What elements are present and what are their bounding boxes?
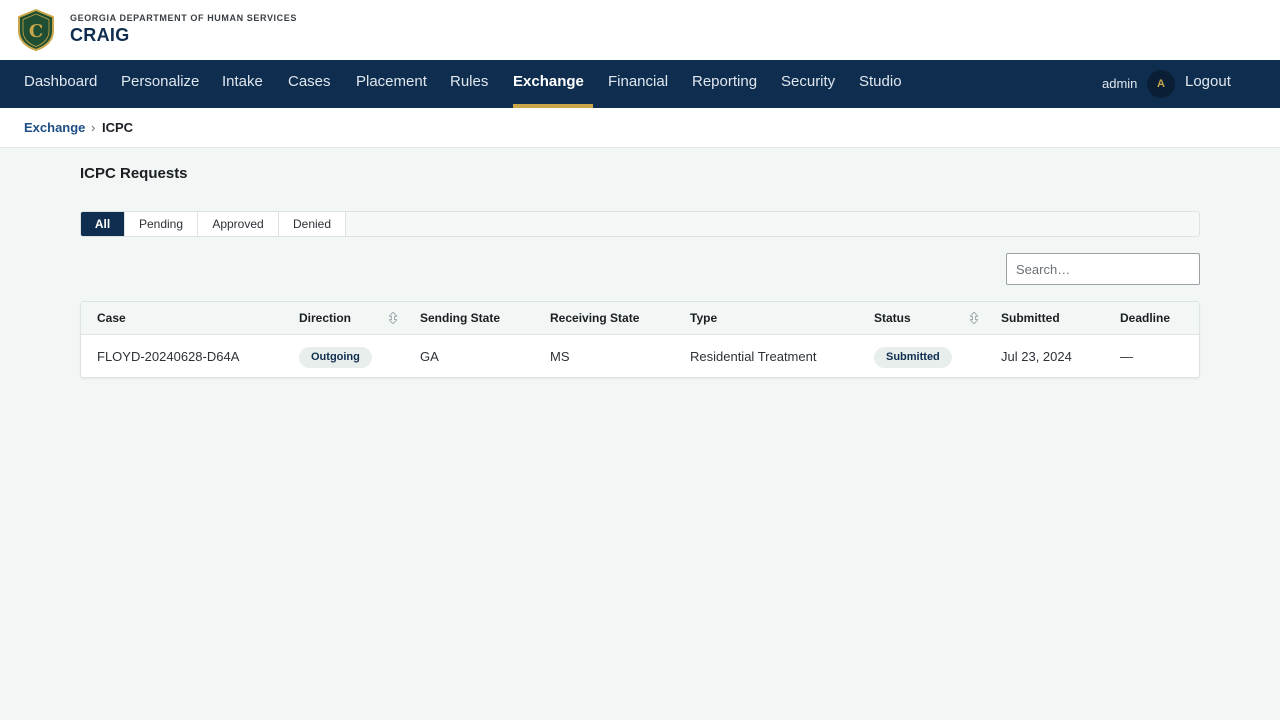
tab-denied[interactable]: Denied xyxy=(279,212,346,236)
nav-item-rules[interactable]: Rules xyxy=(450,60,488,108)
tab-pending[interactable]: Pending xyxy=(125,212,198,236)
logo-letter: C xyxy=(29,21,43,42)
cell-submitted: Jul 23, 2024 xyxy=(1001,349,1072,364)
page-title: ICPC Requests xyxy=(80,165,188,182)
nav-item-reporting[interactable]: Reporting xyxy=(692,60,757,108)
sort-icon[interactable] xyxy=(389,312,397,324)
nav-item-studio[interactable]: Studio xyxy=(859,60,902,108)
column-header-type[interactable]: Type xyxy=(690,302,717,335)
nav-item-placement[interactable]: Placement xyxy=(356,60,427,108)
nav-item-exchange[interactable]: Exchange xyxy=(513,60,593,108)
table-row[interactable]: FLOYD-20240628-D64A Outgoing GA MS Resid… xyxy=(81,336,1199,378)
table-header: Case Direction Sending State Receiving S… xyxy=(81,302,1199,335)
user-name: admin xyxy=(1102,76,1138,91)
nav-item-security[interactable]: Security xyxy=(781,60,835,108)
tab-all[interactable]: All xyxy=(81,212,125,236)
sort-icon[interactable] xyxy=(970,312,978,324)
breadcrumb: Exchange › ICPC xyxy=(0,108,1280,148)
cell-type: Residential Treatment xyxy=(690,349,817,364)
breadcrumb-separator: › xyxy=(91,120,96,135)
column-header-status[interactable]: Status xyxy=(874,302,911,335)
nav-item-cases[interactable]: Cases xyxy=(288,60,331,108)
app-name[interactable]: CRAIG xyxy=(70,25,130,46)
column-header-sending-state[interactable]: Sending State xyxy=(420,302,500,335)
cell-receiving-state: MS xyxy=(550,349,570,364)
column-header-direction[interactable]: Direction xyxy=(299,302,351,335)
shield-icon[interactable]: C xyxy=(17,9,55,51)
column-header-submitted[interactable]: Submitted xyxy=(1001,302,1060,335)
nav-item-personalize[interactable]: Personalize xyxy=(121,60,199,108)
icpc-requests-table: Case Direction Sending State Receiving S… xyxy=(80,301,1200,378)
nav-item-financial[interactable]: Financial xyxy=(608,60,668,108)
agency-name: GEORGIA DEPARTMENT OF HUMAN SERVICES xyxy=(70,13,297,23)
column-header-case[interactable]: Case xyxy=(97,302,126,335)
column-header-deadline[interactable]: Deadline xyxy=(1120,302,1170,335)
nav-item-dashboard[interactable]: Dashboard xyxy=(24,60,97,108)
nav-item-intake[interactable]: Intake xyxy=(222,60,263,108)
breadcrumb-exchange[interactable]: Exchange xyxy=(24,120,85,135)
logout-link[interactable]: Logout xyxy=(1185,60,1231,104)
search-input[interactable] xyxy=(1006,253,1200,285)
cell-sending-state: GA xyxy=(420,349,439,364)
main-nav: Dashboard Personalize Intake Cases Place… xyxy=(0,60,1280,108)
cell-case[interactable]: FLOYD-20240628-D64A xyxy=(97,336,239,378)
direction-badge: Outgoing xyxy=(299,347,372,368)
avatar[interactable]: A xyxy=(1147,70,1175,98)
filter-tabs: All Pending Approved Denied xyxy=(80,211,1200,237)
tab-approved[interactable]: Approved xyxy=(198,212,279,236)
app-header: C GEORGIA DEPARTMENT OF HUMAN SERVICES C… xyxy=(0,0,1280,60)
status-badge: Submitted xyxy=(874,347,952,368)
breadcrumb-current: ICPC xyxy=(102,120,134,135)
cell-deadline: — xyxy=(1120,349,1133,364)
column-header-receiving-state[interactable]: Receiving State xyxy=(550,302,639,335)
